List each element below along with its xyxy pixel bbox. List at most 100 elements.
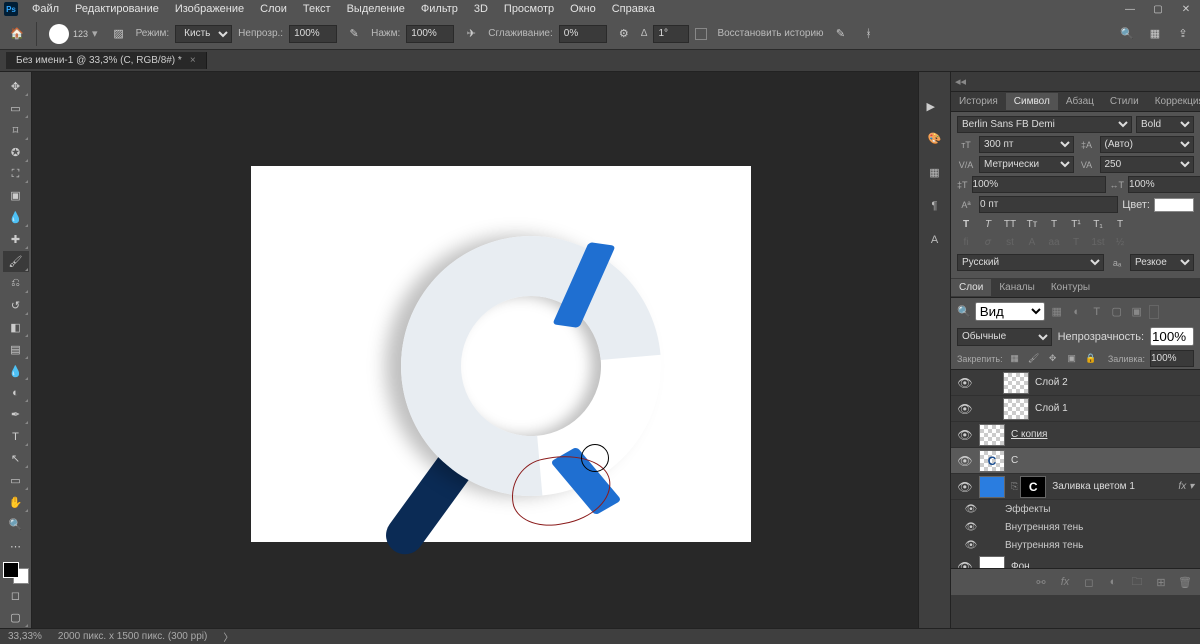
quick-select-tool[interactable]: ✪ bbox=[3, 142, 29, 163]
flow-input[interactable] bbox=[406, 25, 454, 43]
layer-thumbnail[interactable] bbox=[979, 424, 1005, 446]
underline-button[interactable]: T₁ bbox=[1089, 216, 1107, 232]
lock-artboard-button[interactable]: ▣ bbox=[1065, 352, 1079, 366]
close-button[interactable]: ✕ bbox=[1172, 1, 1200, 17]
shape-tool[interactable]: ▭ bbox=[3, 470, 29, 491]
move-tool[interactable]: ✥ bbox=[3, 76, 29, 97]
kerning-select[interactable]: Метрически bbox=[979, 156, 1074, 173]
effect-visibility-toggle[interactable]: 👁 bbox=[961, 540, 981, 551]
layer-row[interactable]: 👁 Слой 1 bbox=[951, 396, 1200, 422]
layer-mask-button[interactable]: ◻ bbox=[1080, 573, 1098, 591]
visibility-toggle[interactable]: 👁 bbox=[951, 402, 979, 416]
menu-select[interactable]: Выделение bbox=[339, 1, 413, 17]
angle-input[interactable] bbox=[653, 25, 689, 43]
smoothing-input[interactable] bbox=[559, 25, 607, 43]
menu-filter[interactable]: Фильтр bbox=[413, 1, 466, 17]
visibility-toggle[interactable]: 👁 bbox=[951, 428, 979, 442]
clone-stamp-tool[interactable]: ⎌ bbox=[3, 273, 29, 294]
brush-tool[interactable]: 🖌 bbox=[3, 251, 29, 272]
adjustment-layer-button[interactable]: ◐ bbox=[1104, 573, 1122, 591]
antialias-select[interactable]: Резкое bbox=[1130, 254, 1194, 271]
menu-text[interactable]: Текст bbox=[295, 1, 339, 17]
document-info[interactable]: 2000 пикс. x 1500 пикс. (300 ppi) bbox=[58, 631, 207, 642]
tab-history[interactable]: История bbox=[951, 93, 1006, 110]
layer-thumbnail[interactable] bbox=[979, 476, 1005, 498]
group-button[interactable]: 🗀 bbox=[1128, 573, 1146, 591]
layer-name[interactable]: Заливка цветом 1 bbox=[1052, 481, 1135, 492]
zoom-level[interactable]: 33,33% bbox=[8, 631, 42, 642]
menu-image[interactable]: Изображение bbox=[167, 1, 252, 17]
ot-contextual-button[interactable]: 𝜎 bbox=[979, 234, 997, 250]
filter-smartobject-icon[interactable]: ▣ bbox=[1129, 304, 1145, 320]
ot-swash-button[interactable]: A bbox=[1023, 234, 1041, 250]
layer-row[interactable]: 👁 Слой 2 bbox=[951, 370, 1200, 396]
faux-bold-button[interactable]: T bbox=[957, 216, 975, 232]
brush-preset-picker[interactable]: 123 ▾ bbox=[45, 22, 102, 46]
ot-titling-button[interactable]: T bbox=[1067, 234, 1085, 250]
minimize-button[interactable]: ― bbox=[1116, 1, 1144, 17]
text-color-swatch[interactable] bbox=[1154, 198, 1194, 212]
tab-character[interactable]: Символ bbox=[1006, 93, 1058, 110]
type-tool[interactable]: T bbox=[3, 426, 29, 447]
swatches-panel-icon[interactable]: ▦ bbox=[923, 160, 947, 184]
smallcaps-button[interactable]: Tт bbox=[1023, 216, 1041, 232]
allcaps-button[interactable]: TT bbox=[1001, 216, 1019, 232]
layers-filter-select[interactable]: Вид bbox=[975, 302, 1045, 321]
horizontal-scale-input[interactable] bbox=[1128, 176, 1200, 193]
canvas-area[interactable] bbox=[32, 72, 918, 628]
tab-adjustments[interactable]: Коррекция bbox=[1147, 93, 1200, 110]
opacity-pressure-toggle[interactable]: ✎ bbox=[343, 23, 365, 45]
lock-all-button[interactable]: 🔒 bbox=[1084, 352, 1098, 366]
layer-effect-row[interactable]: 👁 Внутренняя тень bbox=[951, 518, 1200, 536]
lock-transparent-button[interactable]: ▦ bbox=[1008, 352, 1022, 366]
menu-window[interactable]: Окно bbox=[562, 1, 604, 17]
menu-edit[interactable]: Редактирование bbox=[67, 1, 167, 17]
layer-effect-row[interactable]: 👁 Внутренняя тень bbox=[951, 536, 1200, 554]
healing-brush-tool[interactable]: ✚ bbox=[3, 229, 29, 250]
character-panel-icon[interactable]: A bbox=[923, 228, 947, 252]
menu-3d[interactable]: 3D bbox=[466, 1, 496, 17]
search-button[interactable]: 🔍 bbox=[1116, 23, 1138, 45]
workspace-button[interactable]: ▦ bbox=[1144, 23, 1166, 45]
menu-view[interactable]: Просмотр bbox=[496, 1, 562, 17]
paragraph-panel-icon[interactable]: ¶ bbox=[923, 194, 947, 218]
visibility-toggle[interactable]: 👁 bbox=[951, 480, 979, 494]
menu-layer[interactable]: Слои bbox=[252, 1, 295, 17]
tab-styles[interactable]: Стили bbox=[1102, 93, 1147, 110]
layer-row[interactable]: 👁 Фон bbox=[951, 554, 1200, 569]
font-style-select[interactable]: Bold bbox=[1136, 116, 1194, 133]
effects-visibility-toggle[interactable]: 👁 bbox=[961, 504, 981, 515]
baseline-shift-input[interactable] bbox=[979, 196, 1118, 213]
new-layer-button[interactable]: ⊞ bbox=[1152, 573, 1170, 591]
ot-fractions-button[interactable]: ½ bbox=[1111, 234, 1129, 250]
filter-type-icon[interactable]: T bbox=[1089, 304, 1105, 320]
ot-stylistic-button[interactable]: aa bbox=[1045, 234, 1063, 250]
edit-toolbar-button[interactable]: ⋯ bbox=[3, 536, 29, 557]
link-layers-button[interactable]: ⚯ bbox=[1032, 573, 1050, 591]
layer-name[interactable]: С копия bbox=[1011, 429, 1047, 440]
home-button[interactable]: 🏠 bbox=[6, 23, 28, 45]
screen-mode-button[interactable]: ▢ bbox=[3, 607, 29, 628]
strikethrough-button[interactable]: T bbox=[1111, 216, 1129, 232]
history-brush-tool[interactable]: ↺ bbox=[3, 295, 29, 316]
font-size-select[interactable]: 300 пт bbox=[979, 136, 1074, 153]
layer-effects-header[interactable]: 👁 Эффекты bbox=[951, 500, 1200, 518]
color-panel-icon[interactable]: 🎨 bbox=[923, 126, 947, 150]
document-canvas[interactable] bbox=[251, 166, 751, 542]
vertical-scale-input[interactable] bbox=[972, 176, 1106, 193]
smoothing-options-button[interactable]: ⚙ bbox=[613, 23, 635, 45]
document-tab[interactable]: Без имени-1 @ 33,3% (C, RGB/8#) * bbox=[6, 52, 207, 69]
font-family-select[interactable]: Berlin Sans FB Demi bbox=[957, 116, 1132, 133]
layer-name[interactable]: Фон bbox=[1011, 561, 1030, 569]
visibility-toggle[interactable]: 👁 bbox=[951, 560, 979, 570]
blend-mode-layers-select[interactable]: Обычные bbox=[957, 328, 1052, 346]
blend-mode-select[interactable]: Кисть bbox=[175, 25, 232, 43]
layer-mask-thumbnail[interactable]: C bbox=[1020, 476, 1046, 498]
effect-visibility-toggle[interactable]: 👁 bbox=[961, 522, 981, 533]
tab-channels[interactable]: Каналы bbox=[991, 279, 1043, 296]
visibility-toggle[interactable]: 👁 bbox=[951, 376, 979, 390]
eraser-tool[interactable]: ◧ bbox=[3, 317, 29, 338]
menu-file[interactable]: Файл bbox=[24, 1, 67, 17]
airbrush-toggle[interactable]: ✈ bbox=[460, 23, 482, 45]
hand-tool[interactable]: ✋ bbox=[3, 492, 29, 513]
